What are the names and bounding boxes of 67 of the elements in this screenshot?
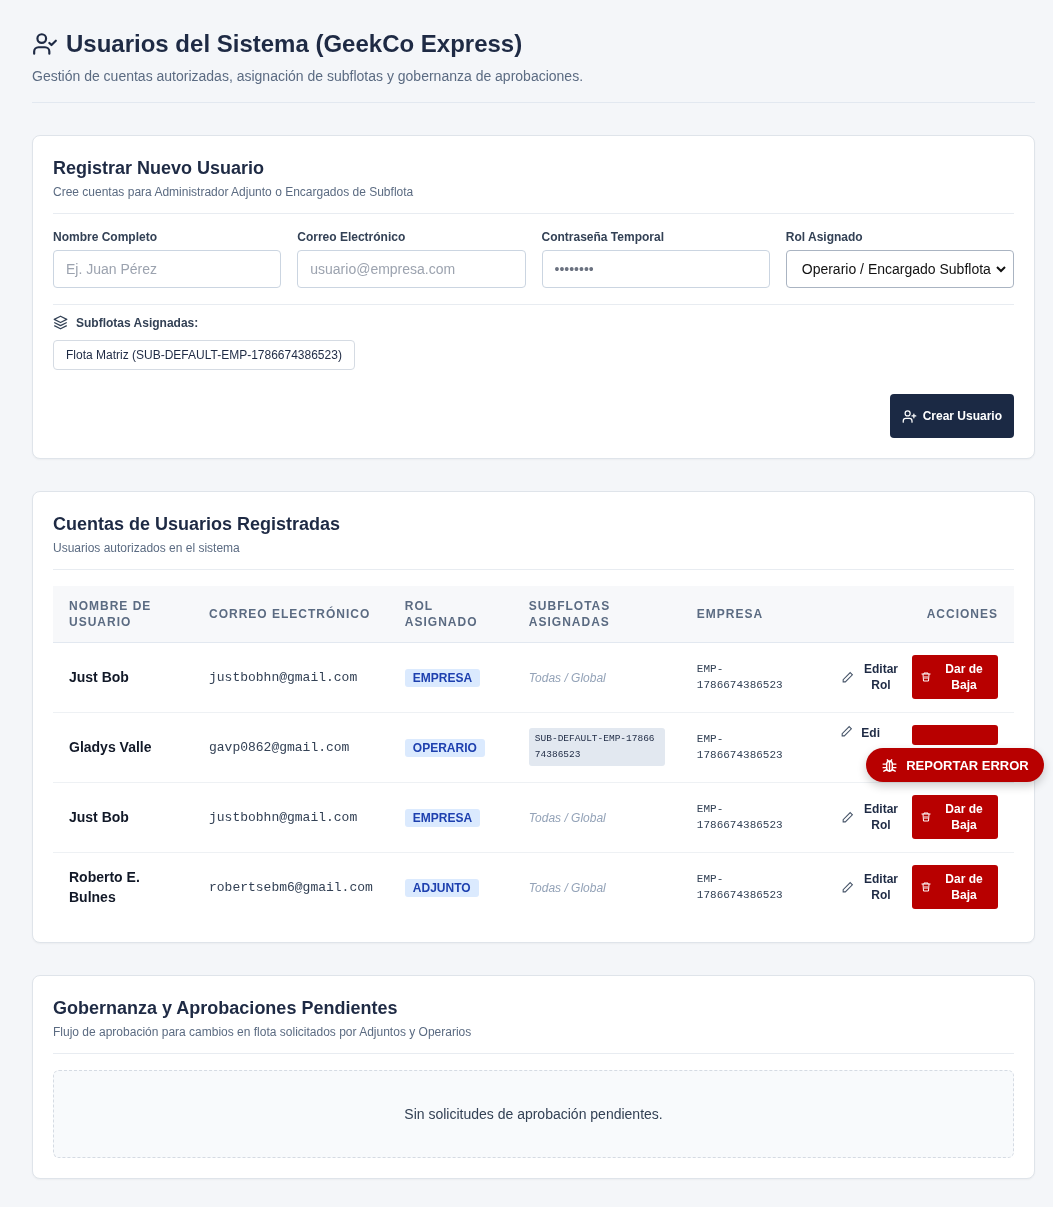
text-field[interactable]: usuario@empresa.com [297,250,526,288]
role-select[interactable]: Operario / Encargado Subflota [785,250,1014,288]
empty-state: Sin solicitudes de aprobación pendientes. [53,1069,1014,1158]
user-check-icon [32,31,58,57]
user-email: robertsebm6@gmail.com [209,880,373,895]
subfleet-text: Todas / Global [528,810,606,825]
delete-button[interactable]: Dar de Baja [912,795,998,839]
user-name: Gladys Valle [69,739,152,755]
role-badge: ADJUNTO [404,878,479,897]
subfleet-text: Todas / Global [528,670,606,685]
subfleets-label: Subflotas Asignadas: [76,315,199,330]
field-label: Nombre Completo [53,230,158,244]
subfleet-tag: SUB-DEFAULT-EMP-1786674386523 [528,728,665,766]
password-field[interactable]: •••••••• [541,250,770,288]
edit-role-button[interactable]: Edi [840,725,900,741]
role-badge: EMPRESA [404,808,481,827]
delete-button[interactable]: Dar de Baja [912,865,998,909]
trash-icon [920,811,932,823]
card-subtitle: Flujo de aprobación para cambios en flota solicitados por Adjuntos y Operarios [53,1024,1014,1054]
page-subtitle: Gestión de cuentas autorizadas, asignación de subflotas y gobernanza de aprobaciones. [32,68,585,84]
column-header: NOMBRE DE USUARIO [53,586,193,642]
page-title: Usuarios del Sistema (GeekCo Express) [66,30,523,58]
delete-button[interactable]: Dar de Baja [912,655,998,699]
card-title: Gobernanza y Aprobaciones Pendientes [53,997,399,1019]
user-plus-icon [901,408,917,424]
card-title: Cuentas de Usuarios Registradas [53,514,342,535]
pencil-icon [841,880,854,894]
edit-role-button[interactable]: Editar Rol [841,801,900,833]
column-header: ACCIONES [822,586,1014,642]
pencil-icon [841,810,854,824]
pencil-icon [840,725,854,738]
column-header: ROL ASIGNADO [388,586,513,642]
company-id: EMP-1786674386523 [696,732,784,763]
user-email: gavp0862@gmail.com [209,740,350,755]
pencil-icon [841,670,854,684]
user-email: justbobhn@gmail.com [209,670,358,685]
company-id: EMP-1786674386523 [696,872,784,903]
role-badge: EMPRESA [404,668,481,687]
create-user-button[interactable]: Crear Usuario [889,394,1014,438]
text-field[interactable]: Ej. Juan Pérez [53,250,282,288]
card-subtitle: Usuarios autorizados en el sistema [53,541,1014,570]
column-header: CORREO ELECTRÓNICO [193,586,389,642]
user-name: Just Bob [69,669,129,685]
card-title: Registrar Nuevo Usuario [53,158,266,179]
subfleet-chip[interactable]: Flota Matriz (SUB-DEFAULT-EMP-1786674386523) [53,340,355,370]
field-label: Rol Asignado [785,230,864,244]
report-error-button[interactable]: REPORTAR ERROR [866,748,1044,782]
user-name: Just Bob [69,809,129,825]
subfleet-text: Todas / Global [528,880,606,895]
chevron-down-icon [995,263,1007,275]
column-header: SUBFLOTAS ASIGNADAS [512,586,681,642]
trash-icon [920,671,932,683]
company-id: EMP-1786674386523 [696,662,784,693]
edit-role-button[interactable]: Editar Rol [841,661,900,693]
field-label: Contraseña Temporal [541,230,665,244]
column-header: EMPRESA [680,586,823,642]
edit-role-button[interactable]: Editar Rol [841,871,900,903]
role-badge: OPERARIO [404,738,485,757]
delete-button[interactable] [912,725,998,745]
user-email: justbobhn@gmail.com [209,810,358,825]
layers-icon [53,315,68,330]
trash-icon [920,881,932,893]
field-label: Correo Electrónico [297,230,407,244]
user-name: Roberto E. Bulnes [69,869,140,905]
bug-icon [881,756,899,774]
card-subtitle: Cree cuentas para Administrador Adjunto o Encargados de Subflota [53,185,1014,214]
company-id: EMP-1786674386523 [696,802,784,833]
